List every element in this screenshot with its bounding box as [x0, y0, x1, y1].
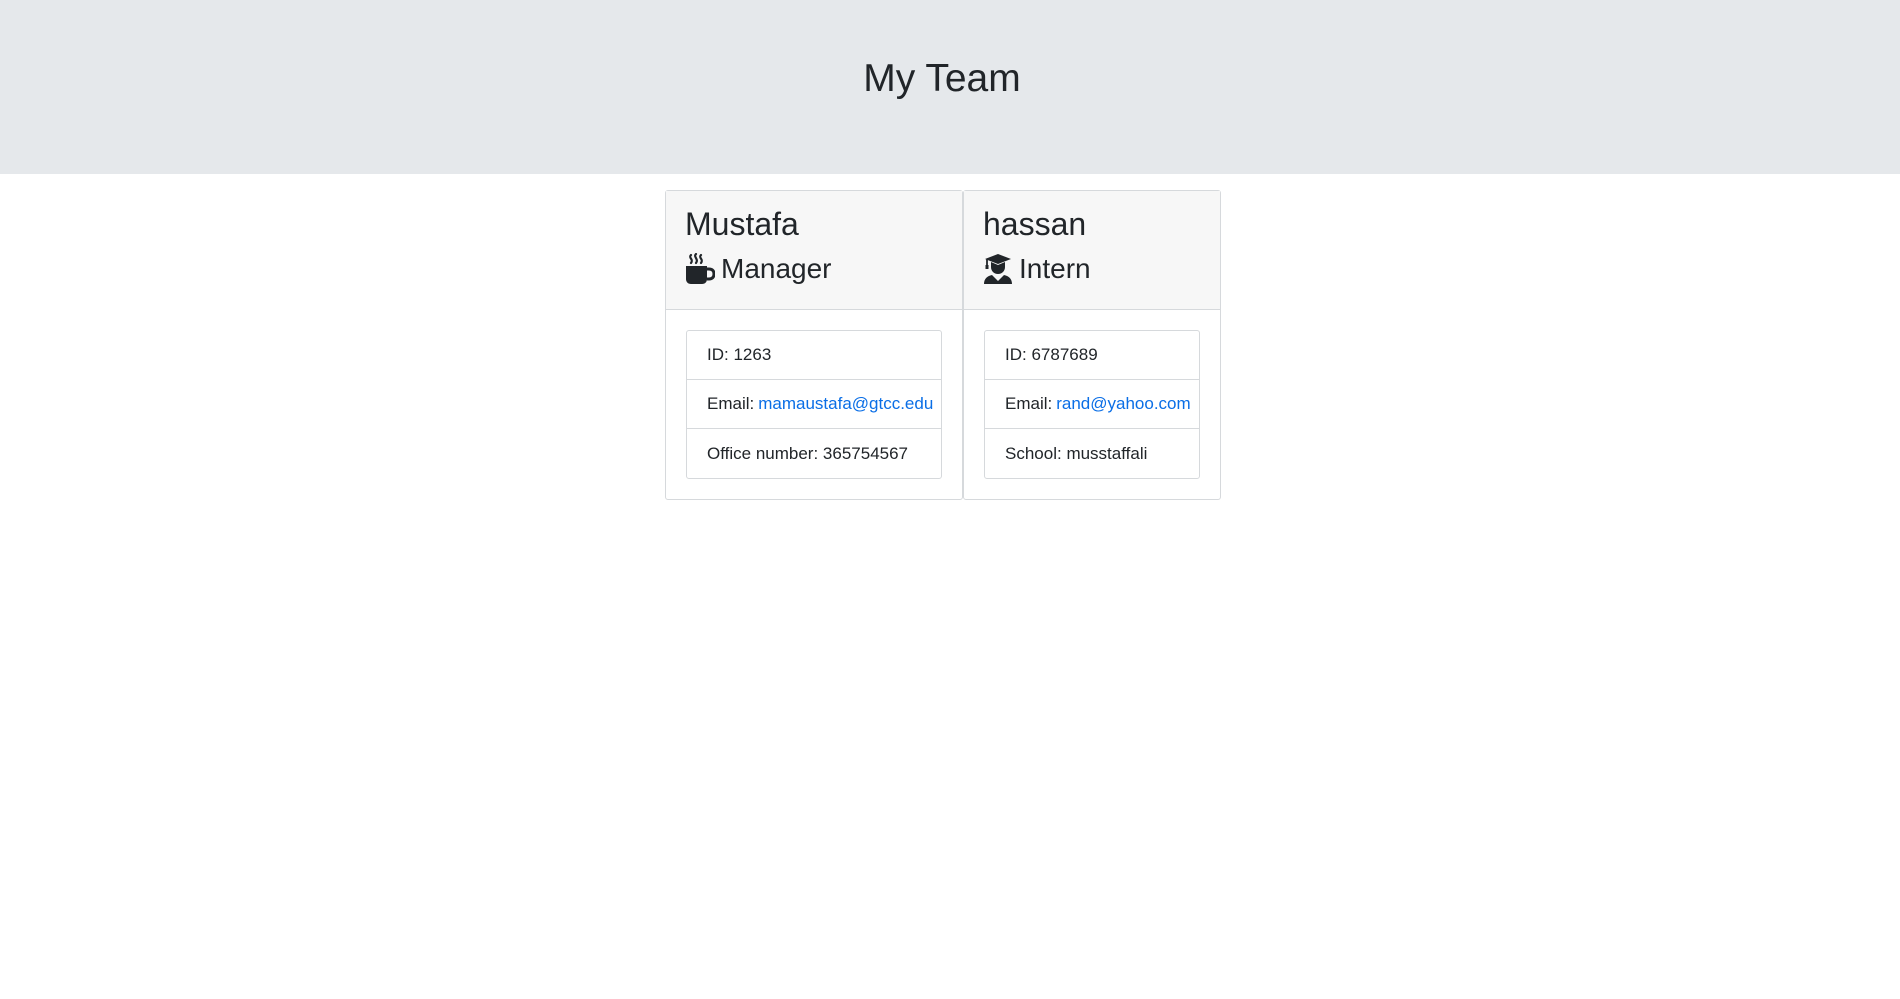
office-value: 365754567: [822, 443, 909, 463]
office-label: Office number:: [707, 443, 819, 463]
employee-office-number: Office number: 365754567: [687, 429, 941, 478]
id-label: ID:: [707, 345, 729, 364]
card-body: ID: 6787689 Email: rand@yahoo.com School…: [964, 310, 1220, 499]
id-value: 6787689: [1031, 345, 1098, 364]
id-value: 1263: [733, 345, 772, 364]
employee-card-intern: hassan Intern ID: 6787689 Email: rand@ya…: [963, 190, 1221, 500]
employee-email: Email: mamaustafa@gtcc.edu: [687, 380, 941, 429]
email-label: Email:: [707, 394, 755, 413]
employee-email: Email: rand@yahoo.com: [985, 380, 1199, 429]
email-label: Email:: [1005, 394, 1053, 413]
page-title: My Team: [863, 57, 1021, 100]
card-body: ID: 1263 Email: mamaustafa@gtcc.edu Offi…: [666, 310, 962, 499]
employee-name: Mustafa: [685, 206, 799, 242]
graduate-icon: [983, 253, 1013, 285]
email-link[interactable]: rand@yahoo.com: [1056, 394, 1190, 414]
card-header: Mustafa Manager: [666, 191, 962, 310]
school-label: School:: [1005, 443, 1062, 463]
employee-role: Intern: [983, 252, 1201, 286]
employee-role-label: Intern: [1019, 253, 1091, 284]
id-label: ID:: [1005, 345, 1027, 364]
employee-id: ID: 6787689: [985, 331, 1199, 380]
employee-name: hassan: [983, 206, 1087, 242]
employee-role: Manager: [685, 252, 943, 286]
email-link[interactable]: mamaustafa@gtcc.edu: [758, 394, 933, 414]
team-header-banner: My Team: [0, 0, 1900, 174]
team-cards: Mustafa Manager ID: 1263 Email: mamausta…: [665, 190, 1221, 500]
mug-icon: [685, 253, 715, 285]
employee-id: ID: 1263: [687, 331, 941, 380]
employee-card-manager: Mustafa Manager ID: 1263 Email: mamausta…: [665, 190, 963, 500]
employee-role-label: Manager: [721, 253, 832, 284]
school-value: musstaffali: [1066, 443, 1148, 463]
employee-details: ID: 6787689 Email: rand@yahoo.com School…: [984, 330, 1200, 479]
employee-details: ID: 1263 Email: mamaustafa@gtcc.edu Offi…: [686, 330, 942, 479]
card-header: hassan Intern: [964, 191, 1220, 310]
employee-school: School: musstaffali: [985, 429, 1199, 478]
